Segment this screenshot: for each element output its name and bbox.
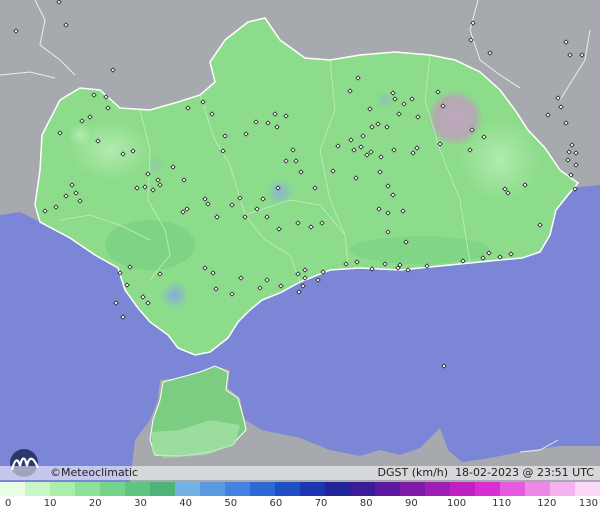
gust-map: ©Meteoclimatic DGST (km/h) 18-02-2023 @ … — [0, 0, 600, 517]
scale-swatch — [450, 482, 475, 496]
scale-swatch — [100, 482, 125, 496]
map-footer: ©Meteoclimatic DGST (km/h) 18-02-2023 @ … — [0, 466, 600, 480]
scale-swatch — [575, 482, 600, 496]
scale-swatch — [0, 482, 25, 496]
scale-swatch — [350, 482, 375, 496]
scale-tick-label: 110 — [492, 498, 512, 509]
scale-swatch — [525, 482, 550, 496]
scale-tick-label: 90 — [405, 498, 418, 509]
scale-swatch — [550, 482, 575, 496]
variable-label: DGST (km/h) — [377, 466, 449, 479]
scale-swatch — [275, 482, 300, 496]
scale-swatch — [400, 482, 425, 496]
scale-swatch — [375, 482, 400, 496]
scale-tick-label: 100 — [446, 498, 467, 509]
scale-swatch — [300, 482, 325, 496]
scale-swatch — [175, 482, 200, 496]
scale-swatch — [125, 482, 150, 496]
scale-swatch — [225, 482, 250, 496]
scale-bar — [0, 482, 600, 496]
scale-swatch — [475, 482, 500, 496]
brand-label: ©Meteoclimatic — [50, 466, 139, 479]
scale-tick-label: 50 — [224, 498, 238, 509]
scale-tick-label: 130 — [578, 498, 598, 509]
scale-swatch — [325, 482, 350, 496]
scale-tick-label: 30 — [134, 498, 147, 509]
scale-tick-label: 0 — [5, 498, 12, 509]
gust-peak-jaen — [427, 90, 483, 146]
color-scale: 0 10 20 30 40 50 60 70 80 90 100 110 120 130 — [0, 482, 600, 517]
scale-swatch — [150, 482, 175, 496]
scale-tick-label: 60 — [269, 498, 283, 509]
map-canvas — [0, 0, 600, 482]
scale-swatch — [200, 482, 225, 496]
scale-tick-label: 10 — [43, 498, 57, 509]
scale-tick-label: 20 — [88, 498, 102, 509]
scale-swatch — [425, 482, 450, 496]
scale-tick-label: 40 — [179, 498, 192, 509]
scale-tick-label: 80 — [359, 498, 373, 509]
scale-swatch — [75, 482, 100, 496]
map-info: DGST (km/h) 18-02-2023 @ 23:51 UTC — [378, 466, 594, 480]
scale-swatch — [25, 482, 50, 496]
scale-swatch — [500, 482, 525, 496]
scale-tick-label: 120 — [537, 498, 557, 509]
scale-swatch — [250, 482, 275, 496]
datetime-label: 18-02-2023 @ 23:51 UTC — [455, 466, 594, 479]
scale-swatch — [50, 482, 75, 496]
scale-tick-label: 70 — [314, 498, 328, 509]
